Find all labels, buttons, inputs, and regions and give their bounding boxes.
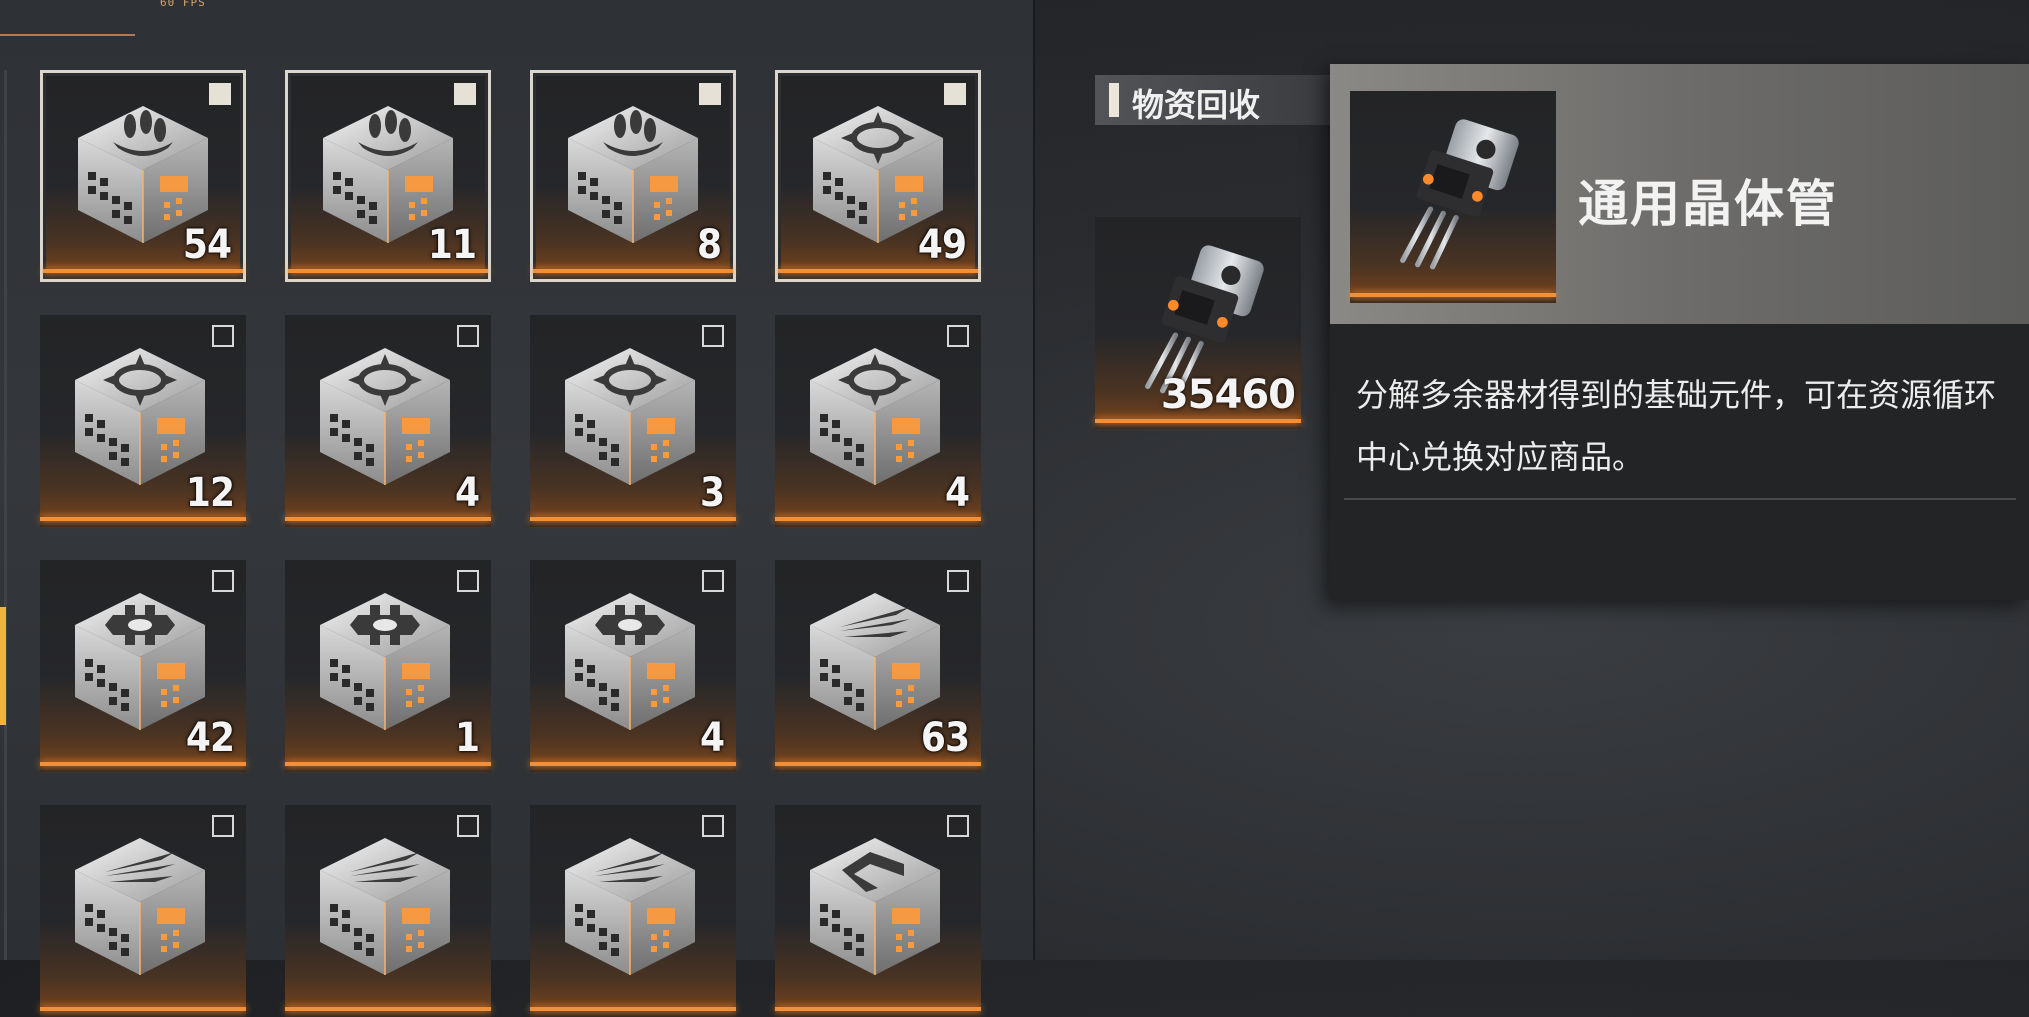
cube-crosshair-icon [800,340,950,490]
item-description: 分解多余器材得到的基础元件，可在资源循环中心兑换对应商品。 [1356,376,1997,476]
rarity-bar [1095,419,1301,423]
recycle-reward-slot[interactable]: 35460 [1095,217,1301,429]
inventory-slot[interactable]: 4 [285,315,491,527]
cube-missile-icon [558,98,708,248]
inventory-slot[interactable]: 49 [775,70,981,282]
cube-gear-icon [555,585,705,735]
inventory-slot[interactable]: 4 [775,315,981,527]
inventory-slot[interactable]: 8 [530,70,736,282]
inventory-slot[interactable]: 1 [285,560,491,772]
item-count: 4 [944,470,970,516]
select-checkbox[interactable] [212,325,234,347]
rarity-bar [43,269,243,273]
item-count: 4 [454,470,480,516]
inventory-slot[interactable]: 11 [285,70,491,282]
select-checkbox[interactable] [457,325,479,347]
cube-wing-icon [65,830,215,980]
item-count: 42 [185,715,235,761]
inventory-slot[interactable] [530,805,736,1017]
item-count: 49 [917,222,967,268]
cube-wing-icon [800,585,950,735]
inventory-slot[interactable] [40,805,246,1017]
item-count: 3 [699,470,725,516]
item-count: 11 [427,222,477,268]
select-checkbox[interactable] [702,570,724,592]
rarity-bar [40,1007,246,1011]
inventory-slot[interactable]: 4 [530,560,736,772]
rarity-bar [775,1007,981,1011]
inventory-slot[interactable]: 12 [40,315,246,527]
cube-crosshair-icon [555,340,705,490]
select-checkbox[interactable] [947,325,969,347]
select-checkbox[interactable] [702,815,724,837]
rarity-bar [533,269,733,273]
select-checkbox[interactable] [457,815,479,837]
select-checkbox[interactable] [944,83,966,105]
rarity-bar [778,269,978,273]
select-checkbox[interactable] [947,570,969,592]
item-name: 通用晶体管 [1578,175,1838,233]
rarity-bar [775,517,981,521]
rarity-bar [285,762,491,766]
cube-gear-icon [65,585,215,735]
rarity-bar [530,1007,736,1011]
inventory-slot[interactable]: 3 [530,315,736,527]
item-tooltip: 通用晶体管 分解多余器材得到的基础元件，可在资源循环中心兑换对应商品。 [1330,64,2029,600]
tooltip-header: 通用晶体管 [1330,64,2029,324]
transistor-icon [1375,111,1535,271]
inventory-slot[interactable]: 42 [40,560,246,772]
cube-gear-icon [310,585,460,735]
cube-crosshair-icon [65,340,215,490]
select-checkbox[interactable] [209,83,231,105]
header-divider [0,34,135,36]
select-checkbox[interactable] [454,83,476,105]
select-checkbox[interactable] [212,815,234,837]
item-count: 4 [699,715,725,761]
scroll-track[interactable] [4,70,7,960]
recycle-title: 物资回收 [1132,86,1261,124]
rarity-bar [288,269,488,273]
rarity-bar [775,762,981,766]
inventory-slot[interactable] [285,805,491,1017]
item-count: 54 [182,222,232,268]
title-marker [1109,83,1119,117]
cube-wing-icon [555,830,705,980]
reward-count: 35460 [1160,372,1296,418]
rarity-bar [285,517,491,521]
tooltip-divider [1344,498,2016,500]
rarity-bar [530,762,736,766]
select-checkbox[interactable] [457,570,479,592]
inventory-slot[interactable]: 63 [775,560,981,772]
cube-chevron-icon [800,830,950,980]
rarity-bar [40,517,246,521]
cube-wing-icon [310,830,460,980]
select-checkbox[interactable] [699,83,721,105]
item-count: 63 [920,715,970,761]
item-count: 12 [185,470,235,516]
tooltip-icon-box [1350,91,1556,303]
inventory-slot[interactable]: 54 [40,70,246,282]
rarity-bar [285,1007,491,1011]
item-count: 1 [454,715,480,761]
recycle-section-header: 物资回收 [1095,75,1330,125]
rarity-bar [1350,293,1556,297]
cube-crosshair-icon [310,340,460,490]
rarity-bar [40,762,246,766]
inventory-panel: 60 FPS 54 11 8 49 12 4 3 4 42 1 4 63 [0,0,1035,1017]
rarity-bar [530,517,736,521]
inventory-slot[interactable] [775,805,981,1017]
select-checkbox[interactable] [212,570,234,592]
scroll-thumb[interactable] [0,607,6,725]
fps-counter: 60 FPS [160,0,206,9]
select-checkbox[interactable] [702,325,724,347]
select-checkbox[interactable] [947,815,969,837]
item-count: 8 [696,222,722,268]
